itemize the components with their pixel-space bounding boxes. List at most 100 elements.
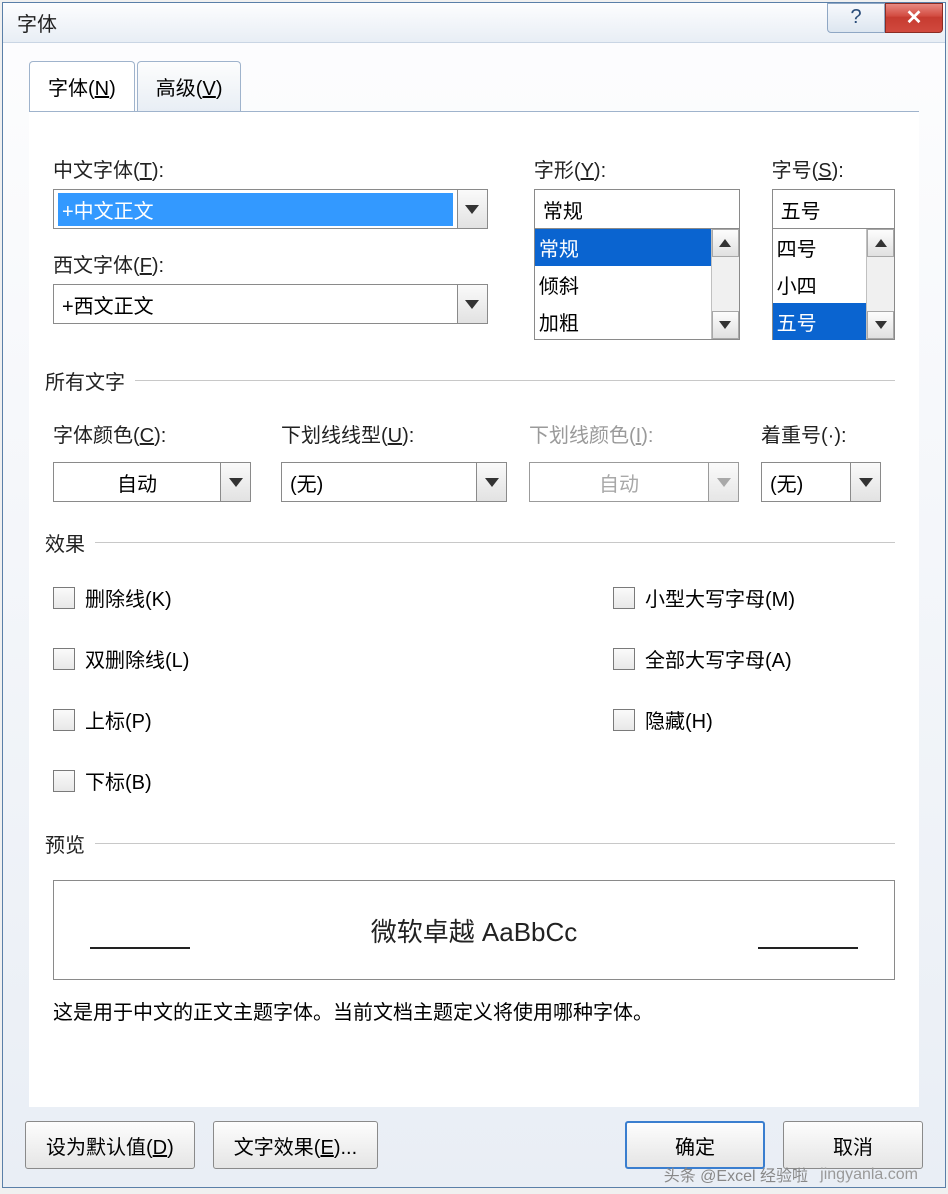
chevron-down-icon (465, 205, 479, 214)
western-font-label: 西文字体(F): (53, 249, 488, 278)
style-label: 字形(Y): (534, 154, 740, 183)
set-default-button[interactable]: 设为默认值(D) (25, 1121, 195, 1169)
tab-panel: 中文字体(T): +中文正文 西文字体(F): +西文正文 字形(Y): 常规 (29, 111, 919, 1107)
emphasis-group: 着重号(·): (无) (761, 419, 881, 502)
underline-color-combo: 自动 (529, 462, 739, 502)
size-group: 字号(S): 五号 四号 小四 五号 (772, 154, 895, 340)
emphasis-combo[interactable]: (无) (761, 462, 881, 502)
underline-style-dropdown-button[interactable] (476, 463, 506, 501)
scroll-down-button[interactable] (867, 311, 894, 339)
checkbox-icon (53, 648, 75, 670)
double-strikethrough-checkbox[interactable]: 双删除线(L) (53, 644, 613, 673)
all-text-label: 所有文字 (45, 366, 125, 395)
chevron-down-icon (875, 321, 887, 329)
tab-advanced[interactable]: 高级(V) (137, 61, 242, 111)
small-caps-checkbox[interactable]: 小型大写字母(M) (613, 583, 795, 612)
underline-style-group: 下划线线型(U): (无) (281, 419, 507, 502)
scroll-up-button[interactable] (712, 229, 739, 257)
scroll-up-button[interactable] (867, 229, 894, 257)
font-color-value: 自动 (54, 468, 220, 497)
emphasis-dropdown-button[interactable] (850, 463, 880, 501)
preview-description: 这是用于中文的正文主题字体。当前文档主题定义将使用哪种字体。 (53, 996, 895, 1025)
chevron-down-icon (859, 478, 873, 487)
all-text-row: 字体颜色(C): 自动 下划线线型(U): (无) 下划线颜色(I): (53, 419, 895, 502)
size-input[interactable]: 五号 (772, 189, 895, 229)
western-font-combo[interactable]: +西文正文 (53, 284, 488, 324)
close-button[interactable]: ✕ (885, 3, 943, 33)
subscript-checkbox[interactable]: 下标(B) (53, 766, 613, 795)
underline-style-label: 下划线线型(U): (281, 419, 507, 448)
effects-section-header: 效果 (45, 528, 895, 557)
text-effects-button[interactable]: 文字效果(E)... (213, 1121, 378, 1169)
size-option-2[interactable]: 五号 (773, 303, 866, 340)
style-option-regular[interactable]: 常规 (535, 229, 711, 266)
underline-color-label: 下划线颜色(I): (529, 419, 739, 448)
western-font-value: +西文正文 (54, 290, 457, 319)
underline-color-value: 自动 (530, 468, 708, 497)
style-option-italic[interactable]: 倾斜 (535, 266, 711, 303)
chevron-down-icon (719, 321, 731, 329)
font-row-top: 中文字体(T): +中文正文 西文字体(F): +西文正文 字形(Y): 常规 (53, 154, 895, 340)
style-group: 字形(Y): 常规 常规 倾斜 加粗 (534, 154, 740, 340)
dialog-title: 字体 (17, 8, 827, 37)
style-option-bold[interactable]: 加粗 (535, 303, 711, 340)
preview-label: 预览 (45, 829, 85, 858)
font-color-label: 字体颜色(C): (53, 419, 251, 448)
emphasis-label: 着重号(·): (761, 419, 881, 448)
content: 字体(N) 高级(V) 中文字体(T): +中文正文 西文字体(F): +西文正… (3, 43, 945, 1107)
chevron-down-icon (229, 478, 243, 487)
size-listbox[interactable]: 四号 小四 五号 (772, 228, 895, 340)
size-option-0[interactable]: 四号 (773, 229, 866, 266)
size-label: 字号(S): (772, 154, 895, 183)
emphasis-value: (无) (762, 468, 850, 497)
divider (95, 542, 895, 543)
checkbox-icon (613, 648, 635, 670)
western-font-dropdown-button[interactable] (457, 285, 487, 323)
tabs: 字体(N) 高级(V) (29, 61, 919, 111)
font-color-combo[interactable]: 自动 (53, 462, 251, 502)
ok-label: 确定 (675, 1131, 715, 1160)
hidden-checkbox[interactable]: 隐藏(H) (613, 705, 795, 734)
preview-rule-left (90, 947, 190, 949)
underline-style-combo[interactable]: (无) (281, 462, 507, 502)
style-listbox[interactable]: 常规 倾斜 加粗 (534, 228, 740, 340)
watermark-source: 头条 @Excel 经验啦 (664, 1162, 808, 1186)
chinese-font-dropdown-button[interactable] (457, 190, 487, 228)
divider (95, 843, 895, 844)
all-caps-checkbox[interactable]: 全部大写字母(A) (613, 644, 795, 673)
underline-color-dropdown-button (708, 463, 738, 501)
chevron-up-icon (875, 239, 887, 247)
chinese-font-combo[interactable]: +中文正文 (53, 189, 488, 229)
chevron-down-icon (465, 300, 479, 309)
style-input[interactable]: 常规 (534, 189, 740, 229)
watermark-url: jingyanla.com (820, 1166, 918, 1184)
help-button[interactable]: ? (827, 3, 885, 33)
size-value: 五号 (781, 195, 821, 224)
titlebar-buttons: ? ✕ (827, 3, 943, 35)
preview-text: 微软卓越 AaBbCc (371, 912, 578, 949)
size-scrollbar[interactable] (866, 229, 894, 339)
underline-style-value: (无) (282, 468, 476, 497)
style-list-items: 常规 倾斜 加粗 (535, 229, 711, 339)
effects-grid: 删除线(K) 双删除线(L) 上标(P) 下标(B) 小型大写字母(M) 全部大… (53, 575, 895, 795)
chinese-font-value: +中文正文 (58, 193, 453, 226)
effects-col-left: 删除线(K) 双删除线(L) 上标(P) 下标(B) (53, 575, 613, 795)
style-scrollbar[interactable] (711, 229, 739, 339)
size-option-1[interactable]: 小四 (773, 266, 866, 303)
superscript-checkbox[interactable]: 上标(P) (53, 705, 613, 734)
font-color-dropdown-button[interactable] (220, 463, 250, 501)
divider (135, 380, 895, 381)
checkbox-icon (53, 709, 75, 731)
chevron-up-icon (719, 239, 731, 247)
chevron-down-icon (485, 478, 499, 487)
tab-font[interactable]: 字体(N) (29, 61, 135, 112)
font-dialog: 字体 ? ✕ 字体(N) 高级(V) 中文字体(T): +中文正文 西文字体(F… (2, 2, 946, 1188)
preview-rule-right (758, 947, 858, 949)
strikethrough-checkbox[interactable]: 删除线(K) (53, 583, 613, 612)
chinese-font-group: 中文字体(T): +中文正文 西文字体(F): +西文正文 (53, 154, 488, 340)
effects-col-right: 小型大写字母(M) 全部大写字母(A) 隐藏(H) (613, 575, 795, 795)
scroll-down-button[interactable] (712, 311, 739, 339)
chevron-down-icon (717, 478, 731, 487)
preview-box: 微软卓越 AaBbCc (53, 880, 895, 980)
style-value: 常规 (543, 195, 583, 224)
